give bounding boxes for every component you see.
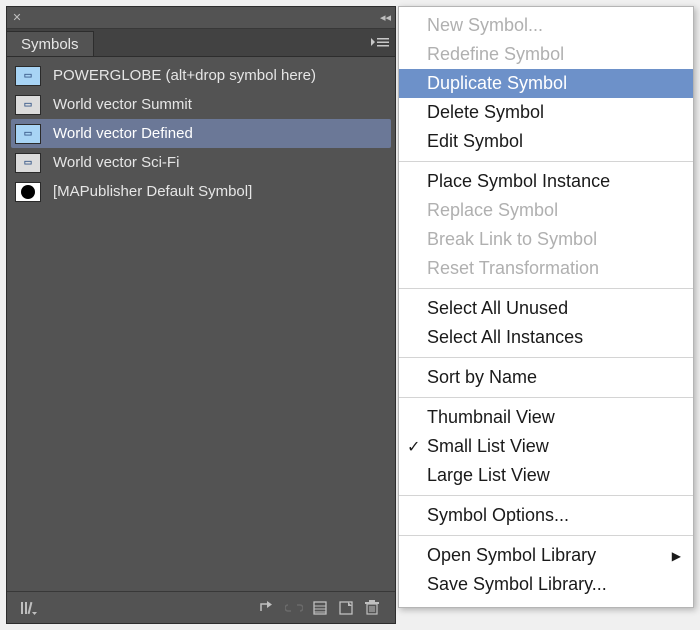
break-link-icon (281, 597, 307, 619)
menu-item-label: New Symbol... (427, 15, 543, 36)
menu-item: Replace Symbol (399, 196, 693, 225)
menu-item-label: Large List View (427, 465, 550, 486)
menu-item[interactable]: Large List View (399, 461, 693, 490)
menu-separator (399, 161, 693, 162)
place-instance-icon[interactable] (255, 597, 281, 619)
menu-item[interactable]: Save Symbol Library... (399, 570, 693, 599)
menu-item[interactable]: Edit Symbol (399, 127, 693, 156)
menu-item-label: Redefine Symbol (427, 44, 564, 65)
symbol-label: POWERGLOBE (alt+drop symbol here) (53, 67, 316, 84)
menu-item[interactable]: Select All Unused (399, 294, 693, 323)
menu-item-label: Edit Symbol (427, 131, 523, 152)
menu-item[interactable]: ✓ Small List View (399, 432, 693, 461)
menu-item-label: Symbol Options... (427, 505, 569, 526)
menu-item-label: Thumbnail View (427, 407, 555, 428)
symbol-row[interactable]: ▭ World vector Summit (11, 90, 391, 119)
menu-item-label: Break Link to Symbol (427, 229, 597, 250)
close-icon[interactable]: ✕ (7, 11, 27, 24)
tab-symbols[interactable]: Symbols (7, 31, 94, 56)
symbol-row[interactable]: ▭ POWERGLOBE (alt+drop symbol here) (11, 61, 391, 90)
menu-item: New Symbol... (399, 11, 693, 40)
menu-item-label: Select All Unused (427, 298, 568, 319)
menu-item[interactable]: Sort by Name (399, 363, 693, 392)
check-icon: ✓ (407, 437, 420, 457)
menu-item-label: Delete Symbol (427, 102, 544, 123)
symbol-swatch-icon (15, 182, 41, 202)
symbol-swatch-icon: ▭ (15, 124, 41, 144)
menu-item[interactable]: Delete Symbol (399, 98, 693, 127)
menu-item-label: Reset Transformation (427, 258, 599, 279)
menu-item-label: Select All Instances (427, 327, 583, 348)
panel-header: ✕ ◂◂ (7, 7, 395, 29)
menu-item[interactable]: Symbol Options... (399, 501, 693, 530)
symbol-swatch-icon: ▭ (15, 95, 41, 115)
symbol-label: World vector Summit (53, 96, 192, 113)
delete-symbol-icon[interactable] (359, 597, 385, 619)
menu-separator (399, 495, 693, 496)
menu-separator (399, 288, 693, 289)
symbol-row[interactable]: ▭ World vector Defined (11, 119, 391, 148)
symbol-row[interactable]: [MAPublisher Default Symbol] (11, 177, 391, 206)
menu-item-label: Duplicate Symbol (427, 73, 567, 94)
menu-item-label: Small List View (427, 436, 549, 457)
panel-menu-button[interactable] (371, 35, 389, 49)
menu-item: Reset Transformation (399, 254, 693, 283)
menu-item[interactable]: Thumbnail View (399, 403, 693, 432)
symbol-options-icon[interactable] (307, 597, 333, 619)
symbol-swatch-icon: ▭ (15, 153, 41, 173)
libraries-icon[interactable] (17, 597, 43, 619)
symbol-label: World vector Sci-Fi (53, 154, 179, 171)
menu-separator (399, 535, 693, 536)
menu-item-label: Save Symbol Library... (427, 574, 607, 595)
tab-bar: Symbols (7, 29, 395, 57)
menu-item: Redefine Symbol (399, 40, 693, 69)
menu-item-label: Open Symbol Library (427, 545, 596, 566)
menu-separator (399, 397, 693, 398)
panel-context-menu: New Symbol... Redefine Symbol Duplicate Sy… (398, 6, 694, 608)
symbol-row[interactable]: ▭ World vector Sci-Fi (11, 148, 391, 177)
symbol-swatch-icon: ▭ (15, 66, 41, 86)
menu-item[interactable]: Duplicate Symbol (399, 69, 693, 98)
submenu-arrow-icon: ▶ (672, 549, 681, 563)
collapse-icon[interactable]: ◂◂ (380, 11, 391, 24)
symbols-panel: ✕ ◂◂ Symbols ▭ POWERGLOBE (alt+drop symbo… (6, 6, 396, 624)
symbol-label: World vector Defined (53, 125, 193, 142)
menu-item[interactable]: Place Symbol Instance (399, 167, 693, 196)
menu-item[interactable]: Open Symbol Library ▶ (399, 541, 693, 570)
symbol-list: ▭ POWERGLOBE (alt+drop symbol here) ▭ World… (7, 57, 395, 591)
panel-footer (7, 591, 395, 623)
menu-item[interactable]: Select All Instances (399, 323, 693, 352)
menu-item-label: Place Symbol Instance (427, 171, 610, 192)
menu-item: Break Link to Symbol (399, 225, 693, 254)
menu-item-label: Sort by Name (427, 367, 537, 388)
symbol-label: [MAPublisher Default Symbol] (53, 183, 252, 200)
menu-separator (399, 357, 693, 358)
new-symbol-icon[interactable] (333, 597, 359, 619)
menu-item-label: Replace Symbol (427, 200, 558, 221)
